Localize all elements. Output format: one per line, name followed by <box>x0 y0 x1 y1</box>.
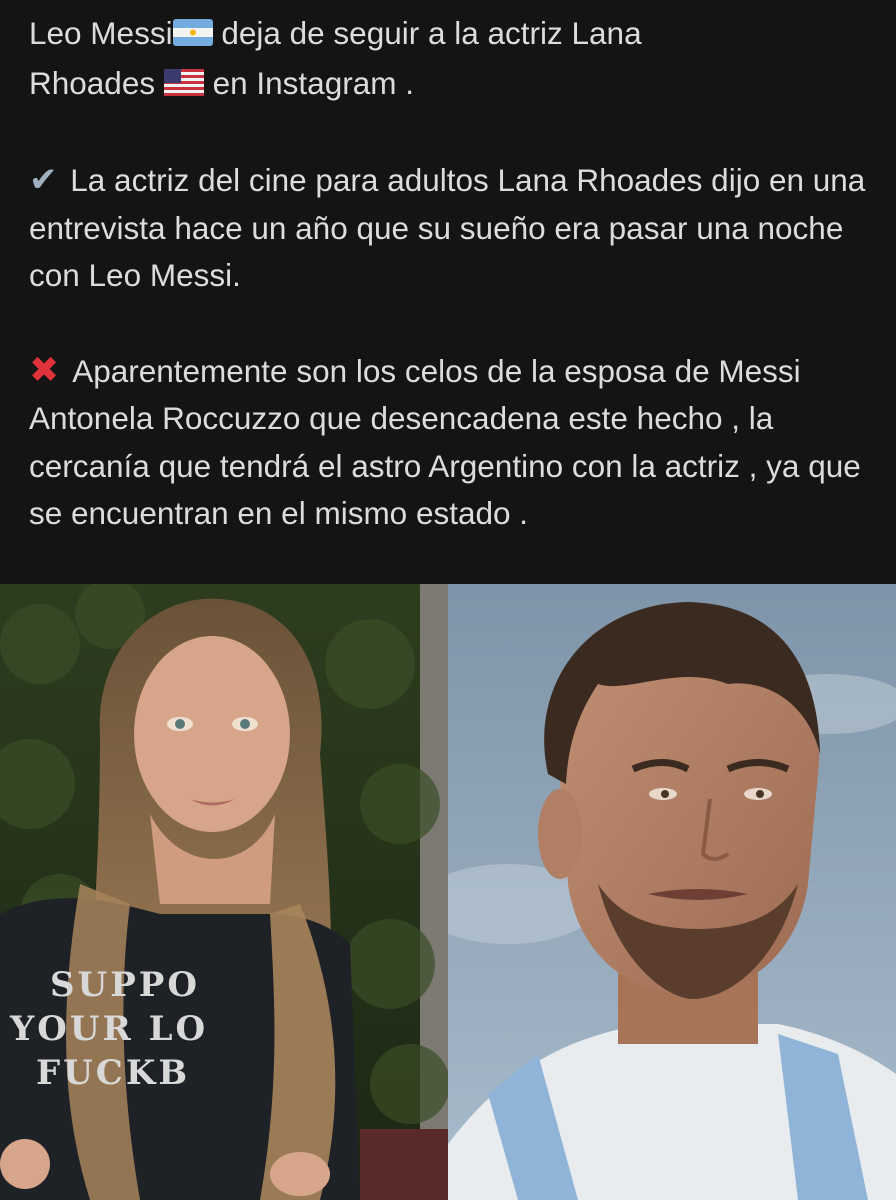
post-card: Leo Messi deja de seguir a la actriz Lan… <box>0 0 896 1200</box>
paragraph-3-text: Aparentemente son los celos de la esposa… <box>29 352 861 532</box>
photo-woman[interactable]: SUPPO YOUR LO FUCKB <box>0 584 448 1200</box>
post-paragraph-3: ✖ Aparentemente son los celos de la espo… <box>29 348 876 538</box>
shirt-text-line-2: YOUR LO <box>9 1009 208 1049</box>
post-text: Leo Messi deja de seguir a la actriz Lan… <box>0 0 896 584</box>
cross-mark-icon: ✖ <box>29 348 60 390</box>
headline-part-2: deja de seguir a la actriz Lana <box>212 15 642 51</box>
post-headline: Leo Messi deja de seguir a la actriz Lan… <box>29 10 876 109</box>
headline-part-4: en Instagram . <box>203 64 414 101</box>
shirt-text-line-3: FUCKB <box>36 1053 190 1093</box>
post-paragraph-2: ✔ La actriz del cine para adultos Lana R… <box>29 157 876 300</box>
headline-part-3: Rhoades <box>29 64 164 101</box>
argentina-flag-icon <box>172 12 213 60</box>
post-photos[interactable]: SUPPO YOUR LO FUCKB <box>0 584 896 1200</box>
shirt-text-line-1: SUPPO <box>50 965 200 1005</box>
check-mark-icon: ✔ <box>29 161 58 199</box>
usa-flag-icon <box>163 62 204 110</box>
paragraph-2-text: La actriz del cine para adultos Lana Rho… <box>29 162 866 293</box>
headline-part-1: Leo Messi <box>29 15 173 51</box>
photo-man[interactable] <box>448 584 896 1200</box>
